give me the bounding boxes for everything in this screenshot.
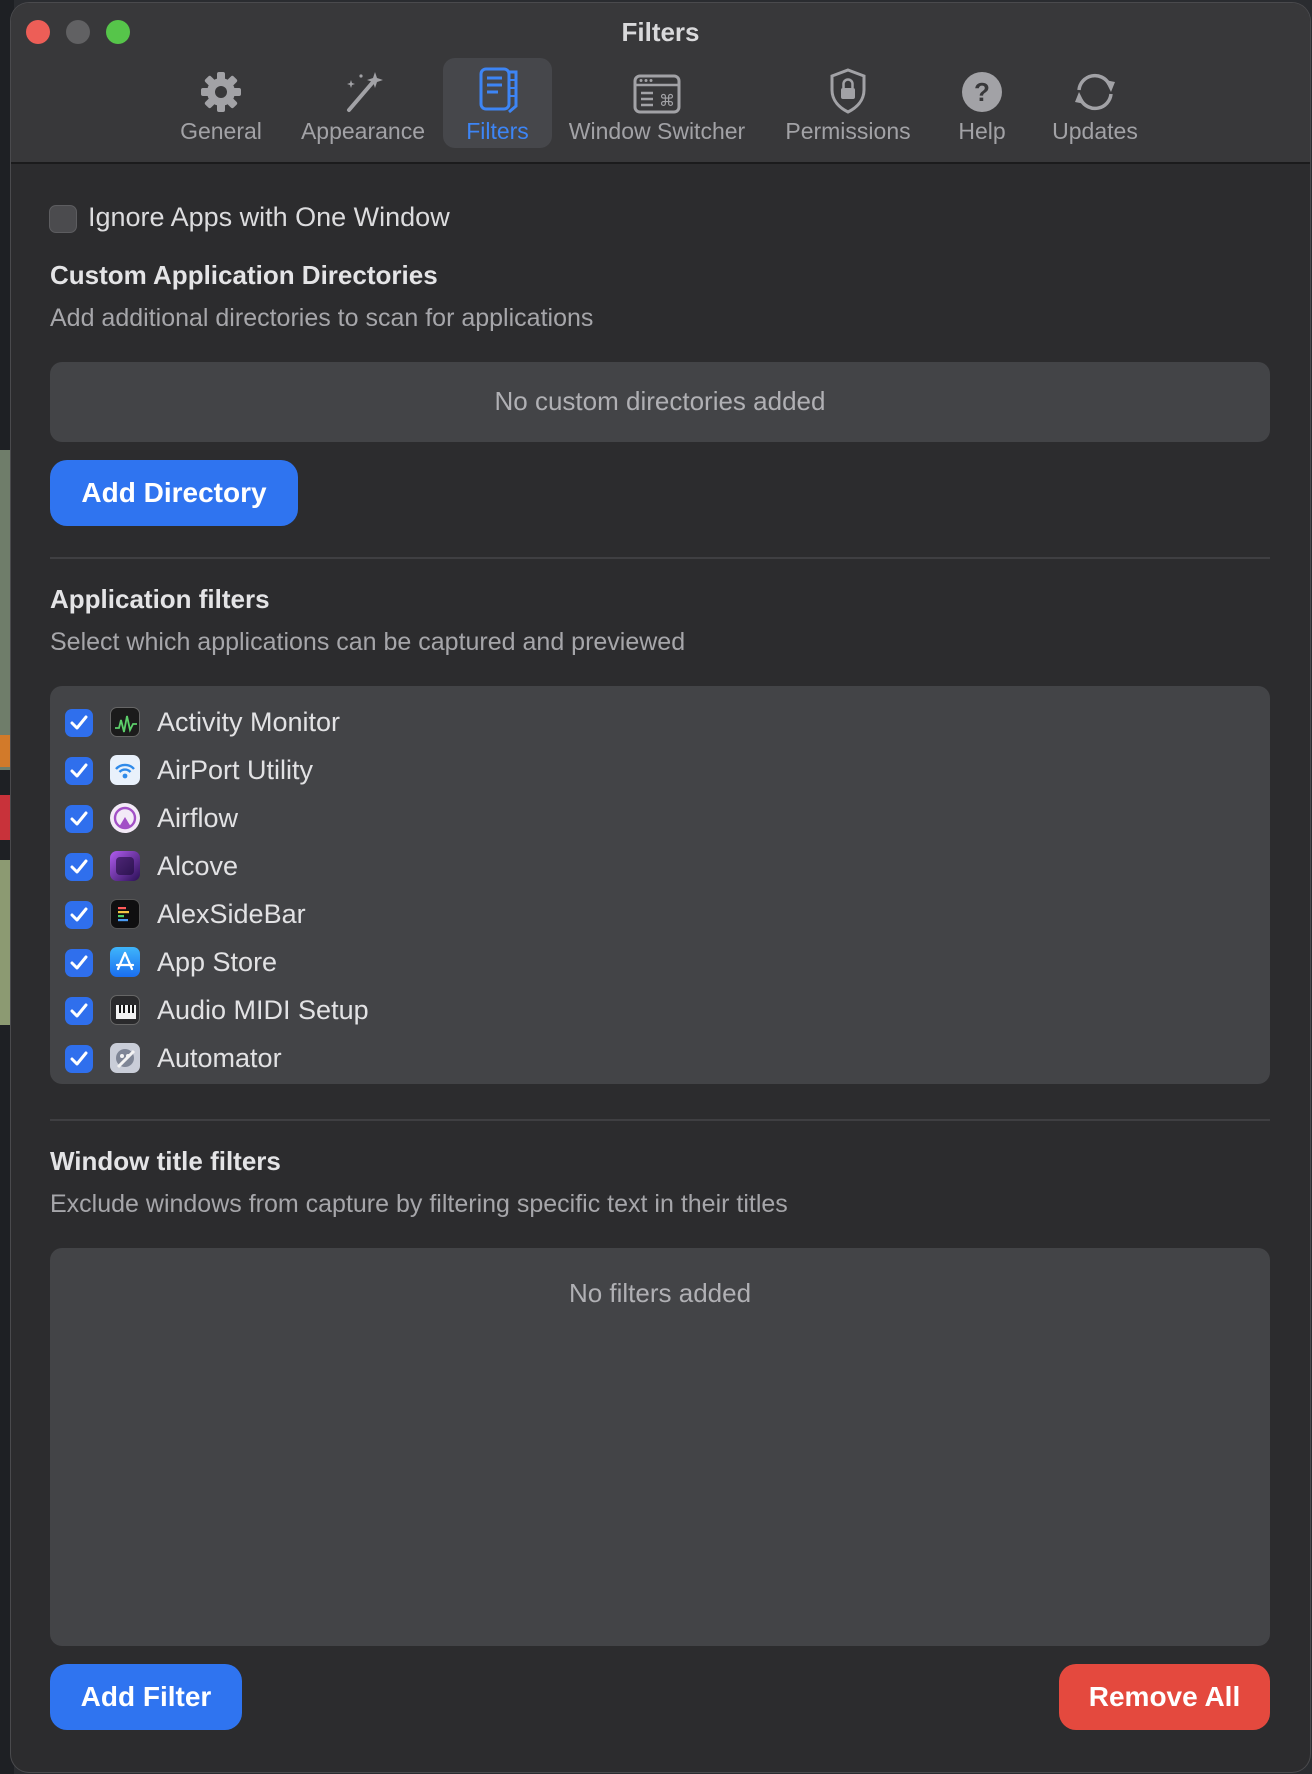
settings-window: Filters General Appearance Filters ⌘ Win… [11,3,1310,1772]
tab-permissions[interactable]: Permissions [771,58,925,148]
tab-updates[interactable]: Updates [1040,58,1150,148]
add-filter-button[interactable]: Add Filter [50,1664,242,1730]
alexsidebar-icon [110,899,140,929]
tab-help[interactable]: ? Help [939,58,1025,148]
add-directory-button[interactable]: Add Directory [50,460,298,526]
question-icon: ? [962,72,1002,112]
directories-heading: Custom Application Directories [50,260,438,290]
list-item: Alcove [50,847,1270,887]
list-item: App Store [50,943,1270,983]
activity-monitor-icon [110,707,140,737]
checkmark-icon [70,811,88,826]
app-checkbox[interactable] [65,805,93,833]
tab-window-switcher[interactable]: ⌘ Window Switcher [563,58,751,148]
app-checkbox[interactable] [65,853,93,881]
window-title: Filters [621,17,700,47]
tab-label: Permissions [785,118,911,144]
tab-label: Updates [1052,118,1138,144]
app-name: AlexSideBar [157,899,306,929]
app-checkbox[interactable] [65,997,93,1025]
refresh-icon [1075,73,1115,111]
magic-wand-icon [347,72,383,112]
app-checkbox[interactable] [65,709,93,737]
tab-label: Help [958,118,1006,144]
shield-lock-icon [830,68,866,114]
title-filters-heading: Window title filters [50,1146,281,1176]
list-item: Activity Monitor [50,703,1270,743]
list-item: Automator [50,1039,1270,1079]
app-checkbox[interactable] [65,901,93,929]
checkmark-icon [70,955,88,970]
filters-pane: Ignore Apps with One Window Custom Appli… [11,164,1310,1772]
app-filters-description: Select which applications can be capture… [50,628,686,656]
list-item: Airflow [50,799,1270,839]
app-name: Audio MIDI Setup [157,995,369,1025]
checkmark-icon [70,1051,88,1066]
app-name: Automator [157,1043,282,1073]
svg-text:⌘: ⌘ [659,91,675,110]
window-command-icon: ⌘ [633,74,681,114]
app-name: App Store [157,947,278,977]
list-item: AirPort Utility [50,751,1270,791]
list-item: AlexSideBar [50,895,1270,935]
titlebar: Filters General Appearance Filters ⌘ Win… [11,3,1310,164]
title-filters-empty-text: No filters added [568,1278,752,1308]
directories-description: Add additional directories to scan for a… [50,304,594,332]
checkmark-icon [70,715,88,730]
section-divider [50,557,1270,559]
audio-midi-icon [110,995,140,1025]
filter-document-icon [479,67,517,114]
list-item: Audio MIDI Setup [50,991,1270,1031]
gear-icon [201,72,241,112]
app-checkbox[interactable] [65,1045,93,1073]
checkmark-icon [70,763,88,778]
app-name: Activity Monitor [157,707,341,737]
airport-utility-icon [110,755,140,785]
title-filters-description: Exclude windows from capture by filterin… [50,1190,788,1218]
app-checkbox[interactable] [65,757,93,785]
remove-all-button[interactable]: Remove All [1059,1664,1270,1730]
app-checkbox[interactable] [65,949,93,977]
app-store-icon [110,947,140,977]
app-name: Airflow [157,803,239,833]
ignore-single-window-checkbox[interactable] [49,205,77,233]
tab-general[interactable]: General [173,58,269,148]
tab-appearance[interactable]: Appearance [296,58,430,148]
svg-text:?: ? [974,77,990,107]
checkmark-icon [70,1003,88,1018]
directories-empty-text: No custom directories added [494,386,826,416]
directories-list: No custom directories added [50,362,1270,442]
checkmark-icon [70,859,88,874]
tab-label: Window Switcher [568,118,746,144]
section-divider [50,1119,1270,1121]
checkmark-icon [70,907,88,922]
tab-label: Filters [466,118,529,144]
alcove-icon [110,851,140,881]
tab-label: Appearance [300,118,426,144]
app-filters-heading: Application filters [50,584,270,614]
tab-filters[interactable]: Filters [443,58,552,148]
app-name: AirPort Utility [157,755,314,785]
airflow-icon [110,803,140,833]
tab-label: General [180,118,262,144]
ignore-single-window-label: Ignore Apps with One Window [88,202,450,232]
app-filter-list: Activity Monitor AirPort Utility Airflow [50,686,1270,1084]
app-name: Alcove [157,851,239,881]
title-filter-list: No filters added [50,1248,1270,1646]
automator-icon [110,1043,140,1073]
